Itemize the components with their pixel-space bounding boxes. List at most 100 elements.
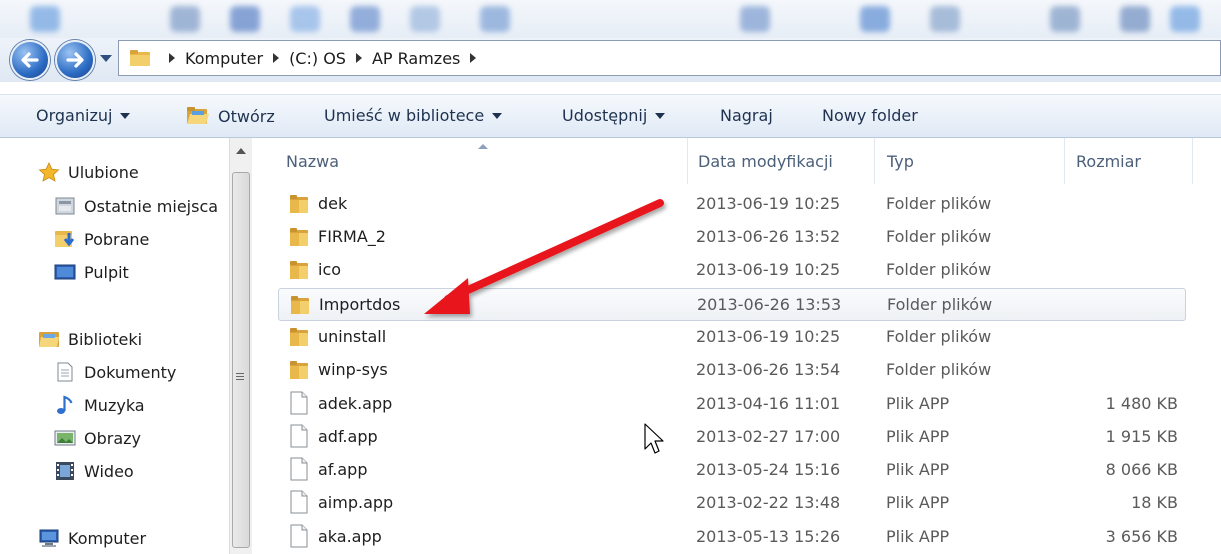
music-note-icon (57, 395, 73, 414)
file-row[interactable]: aka.app 2013-05-13 15:26 Plik APP 3 656 KB (278, 521, 1186, 554)
column-date-label: Data modyfikacji (698, 151, 833, 171)
open-button[interactable]: Otwórz (186, 106, 275, 126)
folder-icon (290, 195, 308, 213)
nav-pictures[interactable]: Obrazy (54, 428, 141, 448)
nav-documents[interactable]: Dokumenty (54, 362, 176, 382)
open-folder-icon (187, 107, 209, 124)
file-list: Nazwa Data modyfikacji Typ Rozmiar dek 20… (252, 138, 1221, 554)
breadcrumb-separator[interactable] (470, 53, 477, 63)
back-button[interactable] (10, 40, 50, 80)
column-divider[interactable] (687, 138, 688, 184)
file-icon (290, 457, 308, 481)
open-label: Otwórz (218, 106, 275, 126)
computer-icon (39, 529, 59, 547)
recent-places-icon (55, 197, 75, 215)
file-icon (290, 524, 308, 548)
navigation-pane: Ulubione Ostatnie miejsca Pobrane Pulpit… (0, 138, 252, 554)
column-header-name[interactable]: Nazwa (286, 138, 686, 184)
nav-recent-label: Ostatnie miejsca (84, 196, 219, 216)
file-size: 8 066 KB (1105, 460, 1178, 479)
file-name: aka.app (318, 527, 382, 546)
column-header-type[interactable]: Typ (887, 138, 1067, 184)
file-row[interactable]: winp-sys 2013-06-26 13:54 Folder plików (278, 354, 1186, 387)
chevron-down-icon (492, 112, 503, 119)
file-icon (290, 391, 308, 415)
nav-desktop[interactable]: Pulpit (54, 262, 129, 282)
forward-button[interactable] (55, 40, 95, 80)
file-row[interactable]: Importdos 2013-06-26 13:53 Folder plików (278, 288, 1186, 321)
share-menu[interactable]: Udostępnij (562, 106, 666, 125)
file-date: 2013-06-26 13:54 (696, 360, 841, 379)
blurred-icon (1050, 6, 1080, 32)
file-row[interactable]: dek 2013-06-19 10:25 Folder plików (278, 188, 1186, 221)
file-type: Plik APP (886, 493, 950, 512)
blurred-top-toolbar (0, 0, 1221, 40)
breadcrumb-separator[interactable] (355, 53, 362, 63)
scroll-up-arrow-icon[interactable] (236, 148, 246, 154)
file-name: adek.app (318, 394, 393, 413)
blurred-icon (410, 6, 440, 32)
recent-pages-dropdown[interactable] (100, 55, 112, 62)
nav-libraries-label: Biblioteki (68, 329, 143, 349)
downloads-folder-icon (55, 231, 75, 247)
nav-music[interactable]: Muzyka (54, 395, 145, 415)
column-divider[interactable] (874, 138, 875, 184)
breadcrumb-separator[interactable] (273, 53, 280, 63)
column-divider[interactable] (1064, 138, 1065, 184)
nav-libraries[interactable]: Biblioteki (38, 329, 142, 349)
file-row[interactable]: adf.app 2013-02-27 17:00 Plik APP 1 915 KB (278, 421, 1186, 454)
nav-favorites[interactable]: Ulubione (38, 162, 139, 182)
scrollbar-grip-icon (236, 373, 244, 380)
burn-button[interactable]: Nagraj (720, 106, 773, 125)
nav-downloads-label: Pobrane (84, 229, 150, 249)
file-size: 1 480 KB (1105, 394, 1178, 413)
new-folder-button[interactable]: Nowy folder (822, 106, 918, 125)
nav-computer[interactable]: Komputer (38, 528, 146, 548)
column-header-date[interactable]: Data modyfikacji (698, 138, 878, 184)
navigation-scrollbar[interactable] (229, 138, 252, 554)
file-type: Plik APP (886, 427, 950, 446)
nav-recent-places[interactable]: Ostatnie miejsca (54, 196, 218, 216)
address-bar[interactable]: Komputer (C:) OS AP Ramzes (118, 40, 1221, 76)
nav-favorites-label: Ulubione (68, 162, 139, 182)
file-name: dek (318, 194, 348, 213)
include-in-library-menu[interactable]: Umieść w bibliotece (324, 106, 503, 125)
folder-icon (290, 228, 308, 246)
file-icon (290, 490, 308, 514)
nav-downloads[interactable]: Pobrane (54, 229, 149, 249)
column-header-size[interactable]: Rozmiar (1076, 138, 1186, 184)
file-row[interactable]: adek.app 2013-04-16 11:01 Plik APP 1 480 KB (278, 388, 1186, 421)
pictures-icon (54, 430, 76, 446)
file-row[interactable]: uninstall 2013-06-19 10:25 Folder plików (278, 321, 1186, 354)
blurred-icon (230, 6, 260, 32)
nav-videos-label: Wideo (84, 461, 134, 481)
file-type: Plik APP (886, 460, 950, 479)
breadcrumb-drive[interactable]: (C:) OS (289, 49, 346, 68)
file-row[interactable]: FIRMA_2 2013-06-26 13:52 Folder plików (278, 221, 1186, 254)
chevron-down-icon (120, 112, 131, 119)
organize-menu[interactable]: Organizuj (36, 106, 131, 125)
breadcrumb-folder[interactable]: AP Ramzes (372, 49, 460, 68)
file-name: winp-sys (318, 360, 388, 379)
file-type: Folder plików (886, 327, 992, 346)
breadcrumb-separator[interactable] (169, 53, 175, 63)
file-icon (290, 424, 308, 448)
share-label: Udostępnij (562, 106, 648, 125)
file-row[interactable]: ico 2013-06-19 10:25 Folder plików (278, 254, 1186, 287)
nav-desktop-label: Pulpit (84, 262, 129, 282)
file-row[interactable]: aimp.app 2013-02-22 13:48 Plik APP 18 KB (278, 487, 1186, 520)
breadcrumb-computer[interactable]: Komputer (185, 49, 263, 68)
nav-videos[interactable]: Wideo (54, 461, 134, 481)
blurred-star-icon (1170, 6, 1200, 32)
folder-icon (290, 361, 308, 379)
file-date: 2013-04-16 11:01 (696, 394, 841, 413)
column-divider[interactable] (1192, 138, 1193, 184)
blurred-icon (860, 6, 890, 32)
file-row[interactable]: af.app 2013-05-24 15:16 Plik APP 8 066 KB (278, 454, 1186, 487)
nav-pictures-label: Obrazy (84, 428, 141, 448)
file-date: 2013-06-19 10:25 (696, 194, 841, 213)
file-size: 3 656 KB (1105, 527, 1178, 546)
file-type: Folder plików (886, 194, 992, 213)
documents-icon (57, 362, 73, 382)
scrollbar-thumb[interactable] (232, 172, 250, 548)
